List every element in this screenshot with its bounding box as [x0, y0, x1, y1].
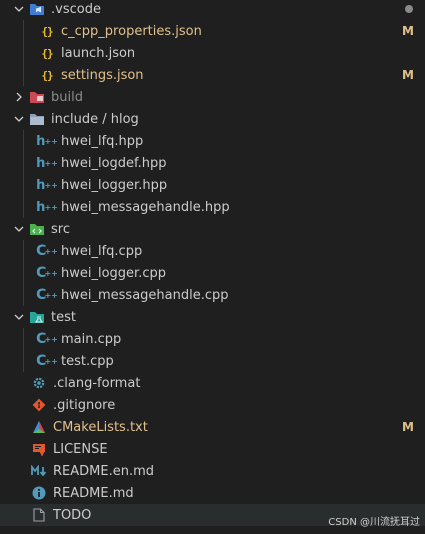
tree-item-label: test.cpp: [61, 353, 114, 369]
cpp-icon: C ++: [36, 243, 58, 259]
chevron-down-icon: [11, 309, 27, 325]
tree-item-label: README.md: [53, 485, 134, 501]
cmake-icon: [31, 419, 47, 435]
tree-item-label: hwei_logdef.hpp: [61, 155, 167, 171]
hpp-icon: h ++: [36, 199, 58, 215]
tree-item-label: src: [51, 221, 70, 237]
chevron-down-icon: [11, 221, 27, 237]
tree-item-label: settings.json: [61, 67, 144, 83]
git-status-badge: M: [402, 68, 414, 82]
tree-item-label: TODO: [53, 507, 92, 523]
chevron-right-icon: [11, 89, 27, 105]
tree-file-license[interactable]: LICENSE: [0, 438, 425, 460]
json-icon: {}: [41, 46, 53, 60]
hpp-icon: h ++: [36, 133, 58, 149]
tree-file-main-cpp[interactable]: C ++ main.cpp: [0, 328, 425, 350]
tree-item-label: c_cpp_properties.json: [61, 23, 202, 39]
json-icon: {}: [41, 68, 53, 82]
tree-item-label: .gitignore: [53, 397, 116, 413]
tree-file-test-cpp[interactable]: C ++ test.cpp: [0, 350, 425, 372]
tree-file-clang-format[interactable]: .clang-format: [0, 372, 425, 394]
hpp-icon: h ++: [36, 177, 58, 193]
tree-item-label: .vscode: [51, 1, 101, 17]
tree-item-label: hwei_messagehandle.cpp: [61, 287, 229, 303]
tree-item-label: CMakeLists.txt: [53, 419, 148, 435]
chevron-down-icon: [11, 111, 27, 127]
tree-file-hwei-lfq-hpp[interactable]: h ++ hwei_lfq.hpp: [0, 130, 425, 152]
tree-item-label: hwei_logger.hpp: [61, 177, 168, 193]
build-folder-icon: [29, 89, 45, 105]
tree-folder-test[interactable]: test: [0, 306, 425, 328]
tree-item-label: test: [51, 309, 76, 325]
tree-item-label: launch.json: [61, 45, 136, 61]
tree-file-gitignore[interactable]: .gitignore: [0, 394, 425, 416]
tree-folder-include[interactable]: include / hlog: [0, 108, 425, 130]
cpp-icon: C ++: [36, 331, 58, 347]
test-folder-icon: [29, 309, 45, 325]
json-icon: {}: [41, 24, 53, 38]
tree-file-hwei-logdef-hpp[interactable]: h ++ hwei_logdef.hpp: [0, 152, 425, 174]
watermark: CSDN @川流抚耳过: [328, 517, 420, 528]
git-status-badge: M: [402, 420, 414, 434]
tree-file-launch[interactable]: {} launch.json: [0, 42, 425, 64]
tree-item-label: include / hlog: [51, 111, 139, 127]
tree-file-hwei-lfq-cpp[interactable]: C ++ hwei_lfq.cpp: [0, 240, 425, 262]
tree-file-cmakelists[interactable]: CMakeLists.txt M: [0, 416, 425, 438]
cpp-icon: C ++: [36, 353, 58, 369]
tree-file-readme-en[interactable]: README.en.md: [0, 460, 425, 482]
hpp-icon: h ++: [36, 155, 58, 171]
tree-item-label: hwei_lfq.cpp: [61, 243, 143, 259]
tree-folder-src[interactable]: src: [0, 218, 425, 240]
tree-item-label: hwei_lfq.hpp: [61, 133, 144, 149]
tree-file-hwei-logger-cpp[interactable]: C ++ hwei_logger.cpp: [0, 262, 425, 284]
git-icon: [31, 397, 47, 413]
vscode-folder-icon: [29, 1, 45, 17]
tree-file-hwei-messagehandle-cpp[interactable]: C ++ hwei_messagehandle.cpp: [0, 284, 425, 306]
cpp-icon: C ++: [36, 287, 58, 303]
gear-icon: [31, 375, 47, 391]
tree-item-label: main.cpp: [61, 331, 122, 347]
tree-item-label: build: [51, 89, 83, 105]
modified-dot: [405, 5, 413, 13]
tree-folder-vscode[interactable]: .vscode: [0, 0, 425, 20]
src-folder-icon: [29, 221, 45, 237]
cpp-icon: C ++: [36, 265, 58, 281]
tree-file-hwei-messagehandle-hpp[interactable]: h ++ hwei_messagehandle.hpp: [0, 196, 425, 218]
markdown-icon: [31, 463, 47, 479]
tree-file-hwei-logger-hpp[interactable]: h ++ hwei_logger.hpp: [0, 174, 425, 196]
tree-file-readme[interactable]: README.md: [0, 482, 425, 504]
chevron-down-icon: [11, 1, 27, 17]
tree-folder-build[interactable]: build: [0, 86, 425, 108]
tree-item-label: .clang-format: [53, 375, 141, 391]
include-folder-icon: [29, 111, 45, 127]
tree-file-c-cpp-properties[interactable]: {} c_cpp_properties.json M: [0, 20, 425, 42]
tree-item-label: README.en.md: [53, 463, 154, 479]
git-status-badge: M: [402, 24, 414, 38]
tree-item-label: hwei_logger.cpp: [61, 265, 166, 281]
license-icon: [31, 441, 47, 457]
file-icon: [31, 507, 47, 523]
info-icon: [31, 485, 47, 501]
tree-file-settings[interactable]: {} settings.json M: [0, 64, 425, 86]
tree-item-label: LICENSE: [53, 441, 108, 457]
tree-item-label: hwei_messagehandle.hpp: [61, 199, 230, 215]
